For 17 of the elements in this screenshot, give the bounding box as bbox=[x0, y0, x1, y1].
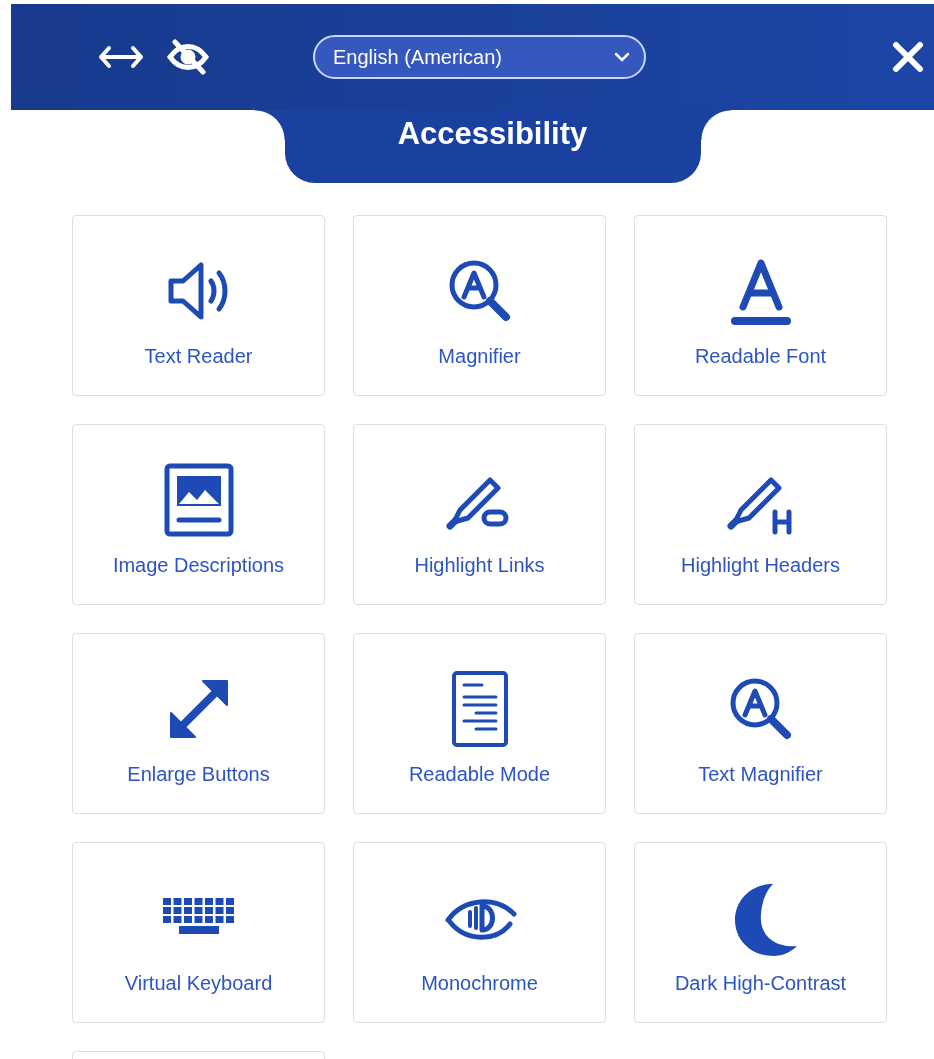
resize-arrows-icon[interactable] bbox=[97, 43, 145, 71]
feature-tile[interactable]: Text Magnifier bbox=[634, 633, 887, 814]
feature-tile[interactable]: Virtual Keyboard bbox=[72, 842, 325, 1023]
feature-tile[interactable]: Enlarge Buttons bbox=[72, 633, 325, 814]
feature-tile[interactable]: Readable Mode bbox=[353, 633, 606, 814]
feature-tile[interactable]: Dark High-Contrast bbox=[634, 842, 887, 1023]
feature-tile[interactable]: Text Reader bbox=[72, 215, 325, 396]
close-button[interactable] bbox=[892, 41, 924, 73]
feature-tile[interactable]: Highlight Links bbox=[353, 424, 606, 605]
feature-tile[interactable]: Monochrome bbox=[353, 842, 606, 1023]
feature-tile[interactable]: Image Descriptions bbox=[72, 424, 325, 605]
feature-tile[interactable]: Highlight Headers bbox=[634, 424, 887, 605]
language-dropdown[interactable]: English (American) bbox=[313, 35, 646, 79]
feature-tile[interactable]: Magnifier bbox=[353, 215, 606, 396]
eye-slash-icon[interactable] bbox=[167, 39, 209, 75]
chevron-down-icon bbox=[614, 52, 630, 62]
feature-tile[interactable]: Readable Font bbox=[634, 215, 887, 396]
